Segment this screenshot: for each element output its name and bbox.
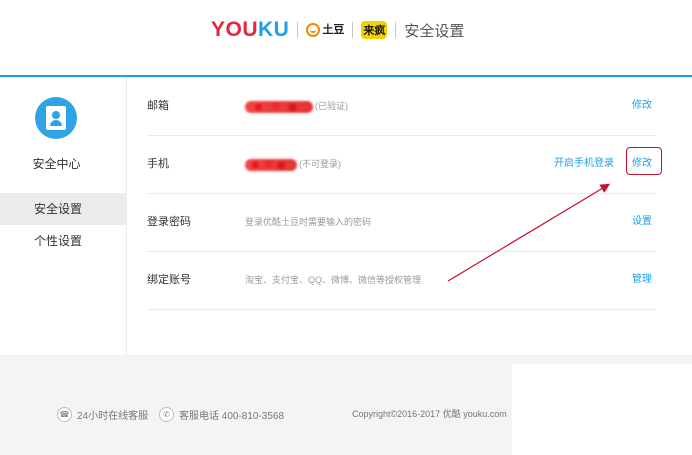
footer-blank-area	[512, 364, 692, 455]
headset-icon: ☎	[57, 407, 72, 422]
copyright: Copyright©2016-2017 优酷 youku.com	[352, 409, 507, 419]
online-service-label: 24小时在线客服	[77, 411, 149, 422]
online-service-link[interactable]: ☎ 24小时在线客服	[57, 407, 148, 422]
phone-icon: ✆	[159, 407, 174, 422]
phone-service: ✆ 客服电话 400-810-3568	[159, 407, 284, 422]
phone-service-label: 客服电话 400-810-3568	[179, 411, 285, 422]
